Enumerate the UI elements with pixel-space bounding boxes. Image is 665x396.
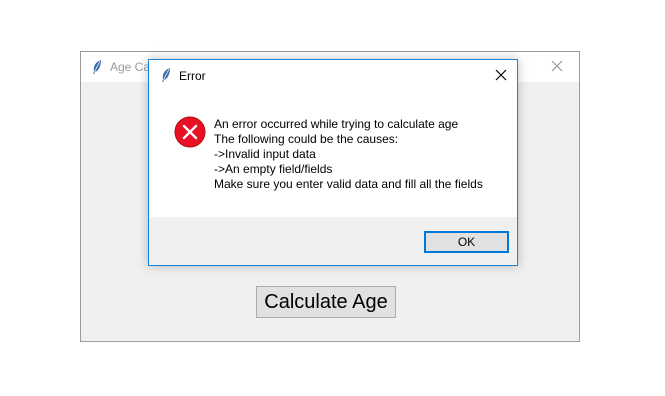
ok-button[interactable]: OK	[424, 231, 509, 253]
message-line: Make sure you enter valid data and fill …	[214, 177, 483, 191]
close-icon[interactable]	[493, 67, 509, 83]
error-dialog: Error An error occurred while trying to …	[148, 59, 518, 266]
message-line: ->Invalid input data	[214, 147, 316, 161]
dialog-titlebar[interactable]: Error	[149, 60, 517, 90]
message-line: An error occurred while trying to calcul…	[214, 117, 459, 131]
feather-icon	[162, 68, 170, 82]
message-line: ->An empty field/fields	[214, 162, 333, 176]
error-message: An error occurred while trying to calcul…	[214, 117, 483, 192]
error-icon	[174, 116, 206, 148]
calculate-age-button[interactable]: Calculate Age	[256, 286, 396, 318]
dialog-title: Error	[179, 69, 206, 83]
dialog-footer: OK	[149, 217, 517, 265]
close-icon[interactable]	[549, 58, 565, 74]
message-line: The following could be the causes:	[214, 132, 399, 146]
feather-icon	[93, 60, 101, 74]
